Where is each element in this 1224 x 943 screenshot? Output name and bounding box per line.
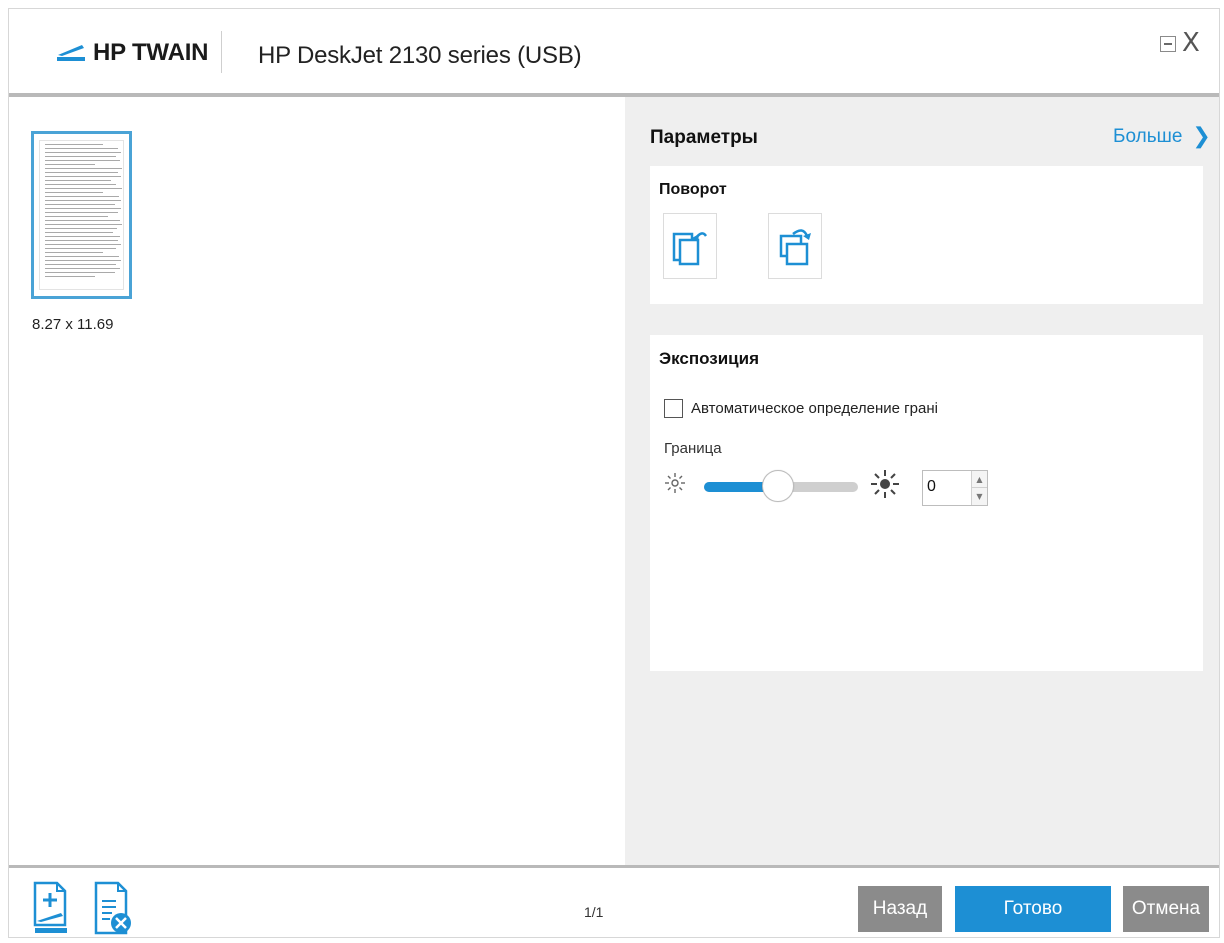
thumbnail-text-line [45, 248, 116, 249]
brightness-low-icon [665, 473, 685, 493]
more-label: Больше [1113, 125, 1183, 147]
hp-twain-logo: HP TWAIN [56, 39, 208, 67]
thumbnail-text-line [45, 224, 123, 225]
thumbnail-text-line [45, 232, 114, 233]
chevron-right-icon: ❯ [1192, 124, 1211, 149]
thumbnail-text-line [45, 144, 104, 145]
thumbnail-text-line [45, 228, 118, 229]
border-slider-handle[interactable] [761, 470, 794, 502]
auto-edge-option[interactable]: Автоматическое определение грані [664, 399, 938, 418]
rotate-title: Поворот [659, 181, 727, 198]
brightness-high-icon [871, 470, 899, 498]
thumbnail-text-line [45, 176, 121, 177]
add-page-icon [33, 881, 67, 933]
delete-page-icon [94, 881, 131, 935]
title-separator [221, 31, 222, 73]
thumbnail-size-label: 8.27 x 11.69 [32, 316, 114, 333]
thumbnail-text-line [45, 192, 104, 193]
thumbnail-text-line [45, 244, 122, 245]
settings-title: Параметры [650, 127, 758, 148]
page-counter: 1/1 [584, 904, 604, 920]
title-bar: HP TWAIN HP DeskJet 2130 series (USB) X [9, 9, 1219, 95]
thumbnail-text-line [45, 188, 123, 189]
thumbnail-text-line [45, 184, 117, 185]
thumbnail-text-line [45, 220, 120, 221]
border-value-stepper[interactable]: 0 ▲ ▼ [922, 470, 988, 506]
thumbnail-text-line [45, 260, 121, 261]
logo-text: HP TWAIN [93, 39, 209, 66]
thumbnail-text-line [45, 200, 122, 201]
exposure-title: Экспозиция [659, 349, 759, 368]
page-thumbnail[interactable] [31, 131, 132, 299]
thumbnail-text-line [45, 264, 117, 265]
cancel-button[interactable]: Отмена [1123, 886, 1209, 932]
stepper-down-icon[interactable]: ▼ [972, 488, 987, 505]
thumbnail-text-line [45, 236, 120, 237]
border-slider-row: 0 ▲ ▼ [664, 468, 988, 508]
thumbnail-text-line [45, 172, 119, 173]
border-value[interactable]: 0 [927, 478, 936, 496]
thumbnail-text-line [45, 276, 95, 277]
auto-edge-checkbox[interactable] [664, 399, 683, 418]
scanner-icon [57, 45, 85, 61]
thumbnail-text-line [45, 252, 104, 253]
thumbnail-text-line [45, 240, 119, 241]
thumbnail-text-line [45, 272, 115, 273]
thumbnail-text-line [45, 256, 119, 257]
thumbnail-text-line [45, 152, 122, 153]
minimize-icon[interactable] [1160, 36, 1176, 52]
thumbnail-text-line [45, 204, 115, 205]
thumbnail-page [39, 140, 124, 290]
thumbnail-text-line [45, 168, 123, 169]
stepper-buttons: ▲ ▼ [971, 471, 987, 505]
exposure-card: Экспозиция Автоматическое определение гр… [650, 335, 1203, 671]
thumbnail-text-line [45, 268, 120, 269]
done-button[interactable]: Готово [955, 886, 1111, 932]
thumbnail-text-line [45, 212, 119, 213]
back-button[interactable]: Назад [858, 886, 942, 932]
device-title: HP DeskJet 2130 series (USB) [258, 42, 582, 69]
more-link[interactable]: Больше ❯ [1113, 124, 1211, 149]
thumbnail-text-line [45, 208, 121, 209]
rotate-right-icon [779, 229, 811, 266]
thumbnail-text-line [45, 216, 109, 217]
close-icon[interactable]: X [1182, 28, 1200, 58]
auto-edge-label: Автоматическое определение грані [691, 400, 938, 417]
add-page-button[interactable] [30, 881, 70, 937]
rotate-left-icon [672, 232, 708, 266]
thumbnail-text-line [45, 160, 120, 161]
thumbnail-text-line [45, 148, 119, 149]
thumbnail-text-line [45, 156, 116, 157]
rotate-card: Поворот [650, 166, 1203, 304]
thumbnail-text-line [45, 196, 119, 197]
delete-page-button[interactable] [90, 881, 134, 937]
rotate-left-button[interactable] [663, 213, 717, 279]
rotate-right-button[interactable] [768, 213, 822, 279]
stepper-up-icon[interactable]: ▲ [972, 471, 987, 488]
border-label: Граница [664, 440, 722, 457]
thumbnail-text-line [45, 164, 95, 165]
thumbnail-text-line [45, 180, 112, 181]
